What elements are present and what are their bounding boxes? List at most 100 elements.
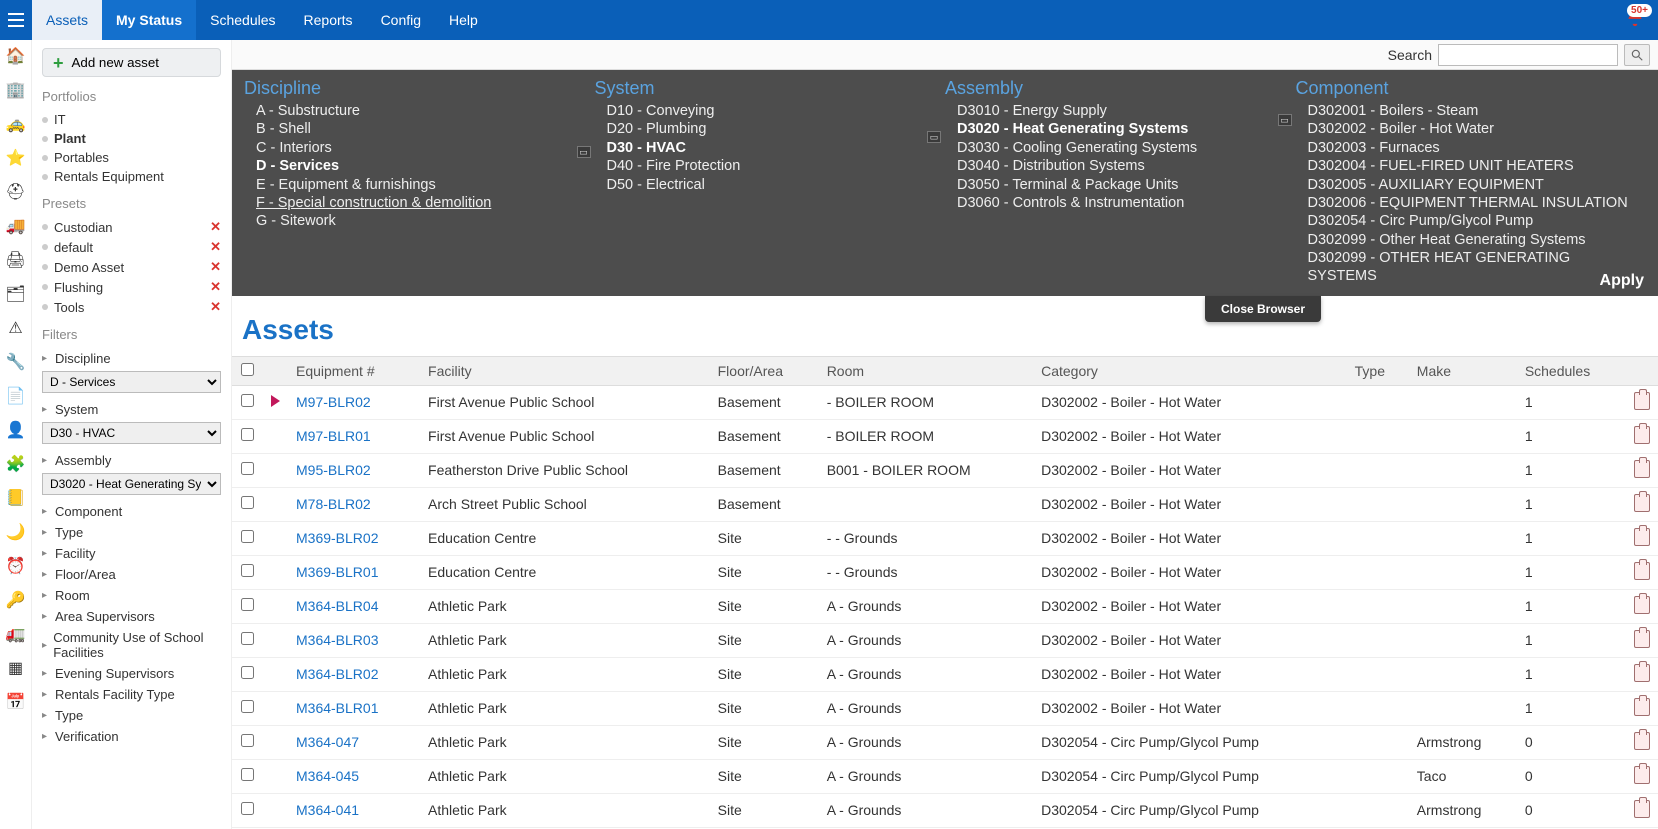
key-icon[interactable]: 🔑 <box>6 590 26 610</box>
browser-item[interactable]: D3060 - Controls & Instrumentation <box>945 195 1284 213</box>
clock-icon[interactable]: ⏰ <box>6 556 26 576</box>
browser-item[interactable]: D3020 - Heat Generating Systems <box>945 121 1284 139</box>
car-icon[interactable]: 🚕 <box>6 114 26 134</box>
browser-item[interactable]: D3040 - Distribution Systems <box>945 158 1284 176</box>
column-header[interactable]: Floor/Area <box>710 356 819 385</box>
equipment-link[interactable]: M364-BLR01 <box>296 700 379 716</box>
clipboard-icon[interactable] <box>1634 766 1650 784</box>
select-all-checkbox[interactable] <box>241 363 254 376</box>
browser-item[interactable]: D302099 - Other Heat Generating Systems <box>1296 232 1635 250</box>
delete-preset-icon[interactable]: ✕ <box>210 259 221 275</box>
browser-item[interactable]: D10 - Conveying <box>595 103 934 121</box>
browser-item[interactable]: B - Shell <box>244 121 583 139</box>
browser-item[interactable]: D302002 - Boiler - Hot Water <box>1296 121 1635 139</box>
delete-preset-icon[interactable]: ✕ <box>210 299 221 315</box>
clipboard-icon[interactable] <box>1634 562 1650 580</box>
preset-item[interactable]: Demo Asset✕ <box>42 257 221 277</box>
clipboard-icon[interactable] <box>1634 460 1650 478</box>
row-checkbox[interactable] <box>241 734 254 747</box>
equipment-link[interactable]: M78-BLR02 <box>296 496 371 512</box>
preset-item[interactable]: Custodian✕ <box>42 217 221 237</box>
preset-item[interactable]: Flushing✕ <box>42 277 221 297</box>
row-checkbox[interactable] <box>241 632 254 645</box>
browser-item[interactable]: D302003 - Furnaces <box>1296 140 1635 158</box>
calendar-icon[interactable]: 📅 <box>6 692 26 712</box>
column-header[interactable]: Room <box>819 356 1033 385</box>
delete-preset-icon[interactable]: ✕ <box>210 219 221 235</box>
browser-item[interactable]: C - Interiors <box>244 140 583 158</box>
delete-preset-icon[interactable]: ✕ <box>210 239 221 255</box>
equipment-link[interactable]: M95-BLR02 <box>296 462 371 478</box>
equipment-link[interactable]: M364-BLR04 <box>296 598 379 614</box>
clipboard-icon[interactable] <box>1634 664 1650 682</box>
person-silhouette-icon[interactable]: 👤 <box>6 420 26 440</box>
search-input[interactable] <box>1438 44 1618 66</box>
clipboard-icon[interactable] <box>1634 698 1650 716</box>
column-header[interactable]: Equipment # <box>288 356 420 385</box>
filter-item[interactable]: ▸Component <box>42 501 221 522</box>
browser-item[interactable]: D20 - Plumbing <box>595 121 934 139</box>
filter-select-system[interactable]: D30 - HVAC <box>42 422 221 444</box>
equipment-link[interactable]: M364-047 <box>296 734 359 750</box>
column-header[interactable]: Facility <box>420 356 710 385</box>
warning-icon[interactable]: ⚠ <box>6 318 26 338</box>
portfolio-item[interactable]: Rentals Equipment <box>42 167 221 186</box>
filter-item[interactable]: ▸Evening Supervisors <box>42 663 221 684</box>
row-checkbox[interactable] <box>241 530 254 543</box>
browser-item[interactable]: F - Special construction & demolition <box>244 195 583 213</box>
puzzle-icon[interactable]: 🧩 <box>6 454 26 474</box>
clipboard-icon[interactable] <box>1634 528 1650 546</box>
clipboard-icon[interactable] <box>1634 392 1650 410</box>
browser-item[interactable]: G - Sitework <box>244 213 583 231</box>
row-checkbox[interactable] <box>241 564 254 577</box>
filter-item[interactable]: ▸Floor/Area <box>42 564 221 585</box>
filter-item[interactable]: ▸Type <box>42 705 221 726</box>
column-header[interactable]: Schedules <box>1517 356 1626 385</box>
filter-item[interactable]: ▸Room <box>42 585 221 606</box>
filter-select-assembly[interactable]: D3020 - Heat Generating Sys <box>42 473 221 495</box>
medical-icon[interactable]: ⛑ <box>6 182 26 202</box>
row-checkbox[interactable] <box>241 700 254 713</box>
doc-icon[interactable]: 📄 <box>6 386 26 406</box>
filter-item[interactable]: ▸Verification <box>42 726 221 747</box>
clipboard-icon[interactable] <box>1634 800 1650 818</box>
tab-config[interactable]: Config <box>367 0 435 40</box>
home-icon[interactable]: 🏠 <box>6 46 26 66</box>
column-header[interactable]: Make <box>1409 356 1517 385</box>
browser-item[interactable]: E - Equipment & furnishings <box>244 177 583 195</box>
browser-item[interactable]: D3050 - Terminal & Package Units <box>945 177 1284 195</box>
truck-icon[interactable]: 🚚 <box>6 216 26 236</box>
clipboard-icon[interactable] <box>1634 596 1650 614</box>
equipment-link[interactable]: M369-BLR01 <box>296 564 379 580</box>
browser-item[interactable]: D302004 - FUEL-FIRED UNIT HEATERS <box>1296 158 1635 176</box>
column-header[interactable]: Category <box>1033 356 1347 385</box>
close-browser-button[interactable]: Close Browser <box>1205 296 1321 322</box>
equipment-link[interactable]: M364-041 <box>296 802 359 818</box>
add-new-asset-button[interactable]: + Add new asset <box>42 48 221 77</box>
browser-item[interactable]: D3010 - Energy Supply <box>945 103 1284 121</box>
clipboard-icon[interactable] <box>1634 732 1650 750</box>
preset-item[interactable]: default✕ <box>42 237 221 257</box>
browser-item[interactable]: D - Services <box>244 158 583 176</box>
print-icon[interactable]: 🖨 <box>6 250 26 270</box>
clipboard-icon[interactable] <box>1634 630 1650 648</box>
tab-my-status[interactable]: My Status <box>102 0 196 40</box>
browser-item[interactable]: D302005 - AUXILIARY EQUIPMENT <box>1296 177 1635 195</box>
browser-item[interactable]: D302054 - Circ Pump/Glycol Pump <box>1296 213 1635 231</box>
play-icon[interactable] <box>271 395 280 407</box>
tab-help[interactable]: Help <box>435 0 492 40</box>
expand-icon[interactable]: ▭ <box>577 146 591 158</box>
tab-assets[interactable]: Assets <box>32 0 102 40</box>
tab-reports[interactable]: Reports <box>290 0 367 40</box>
browser-item[interactable]: D3030 - Cooling Generating Systems <box>945 140 1284 158</box>
equipment-link[interactable]: M364-BLR02 <box>296 666 379 682</box>
browser-item[interactable]: D302006 - EQUIPMENT THERMAL INSULATION <box>1296 195 1635 213</box>
row-checkbox[interactable] <box>241 598 254 611</box>
row-checkbox[interactable] <box>241 428 254 441</box>
browser-item[interactable]: D50 - Electrical <box>595 177 934 195</box>
equipment-link[interactable]: M369-BLR02 <box>296 530 379 546</box>
delivery-icon[interactable]: 🚛 <box>6 624 26 644</box>
moon-icon[interactable]: 🌙 <box>6 522 26 542</box>
row-checkbox[interactable] <box>241 802 254 815</box>
column-header[interactable]: Type <box>1347 356 1409 385</box>
